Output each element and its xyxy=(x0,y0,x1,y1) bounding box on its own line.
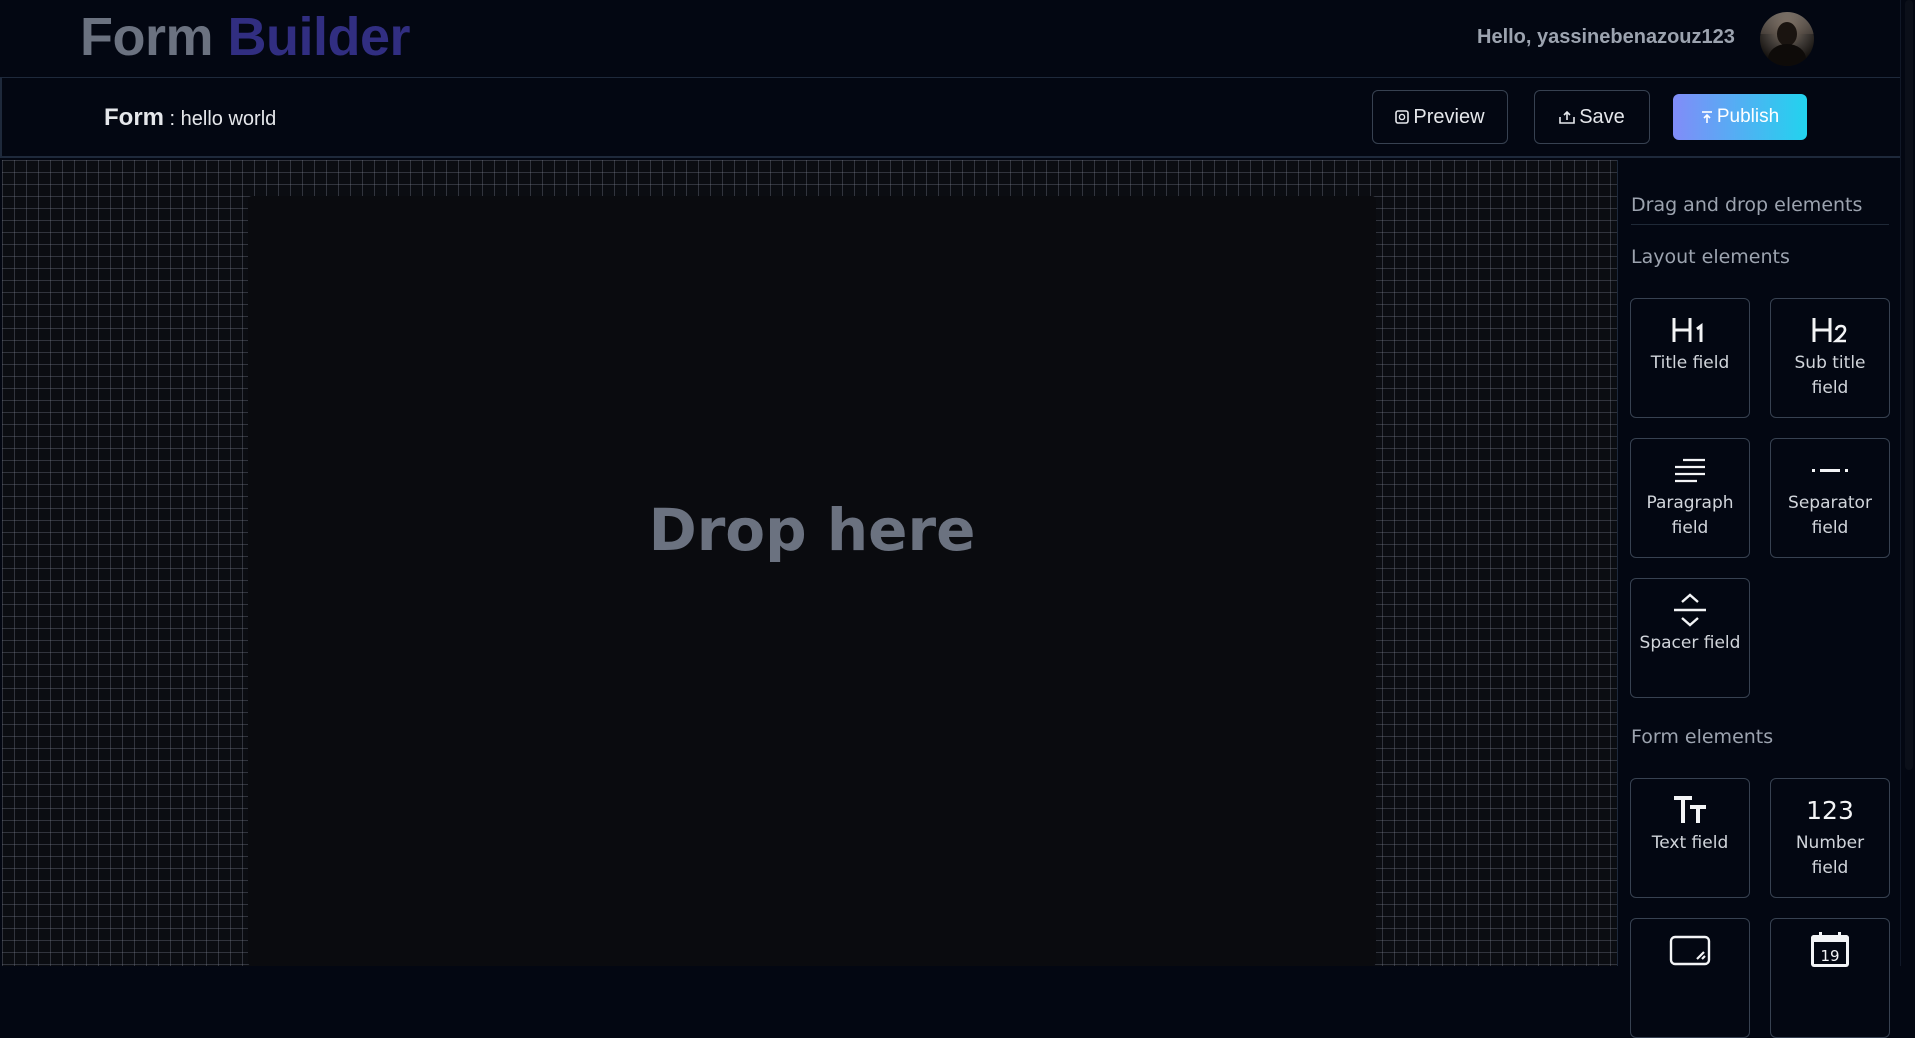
publish-button[interactable]: Publish xyxy=(1673,94,1807,140)
text-field-element[interactable]: Text field xyxy=(1630,778,1750,898)
save-icon xyxy=(1559,110,1576,124)
layout-elements-heading: Layout elements xyxy=(1631,246,1790,268)
text-icon xyxy=(1672,793,1708,827)
avatar-body xyxy=(1768,44,1806,66)
form-toolbar: Form : hello world Preview Save Publish xyxy=(0,78,1900,158)
preview-button-label: Preview xyxy=(1413,105,1485,128)
app-logo[interactable]: Form Builder xyxy=(80,6,411,68)
spacer-field-element[interactable]: Spacer field xyxy=(1630,578,1750,698)
separator-field-label: Separator field xyxy=(1788,493,1872,538)
preview-icon xyxy=(1395,110,1410,124)
text-field-label: Text field xyxy=(1651,833,1729,853)
heading-2-icon xyxy=(1810,313,1850,347)
paragraph-field-label: Paragraph field xyxy=(1646,493,1734,538)
textarea-icon xyxy=(1669,933,1711,967)
form-title: Form : hello world xyxy=(104,104,276,132)
subtitle-field-label: Sub title field xyxy=(1794,353,1866,398)
avatar-head xyxy=(1777,22,1797,46)
date-field-element[interactable]: 19 xyxy=(1770,918,1890,1038)
paragraph-field-element[interactable]: Paragraph field xyxy=(1630,438,1750,558)
number-field-label: Number field xyxy=(1795,833,1865,878)
user-greeting: Hello, yassinebenazouz123 xyxy=(1477,26,1735,48)
spacer-field-label: Spacer field xyxy=(1639,633,1741,653)
user-avatar[interactable] xyxy=(1760,12,1814,66)
form-label: Form xyxy=(104,104,164,131)
save-button-label: Save xyxy=(1579,105,1625,128)
title-field-label: Title field xyxy=(1650,353,1730,373)
number-icon-text: 123 xyxy=(1806,795,1854,825)
form-name: hello world xyxy=(180,108,277,130)
designer-canvas: Drop here xyxy=(2,160,1618,966)
publish-button-label: Publish xyxy=(1716,106,1780,127)
number-field-element[interactable]: 123 Number field xyxy=(1770,778,1890,898)
preview-button[interactable]: Preview xyxy=(1372,90,1508,144)
paragraph-icon xyxy=(1673,453,1707,487)
spacer-icon xyxy=(1672,593,1708,627)
separator-icon xyxy=(1811,453,1849,487)
top-navbar: Form Builder Hello, yassinebenazouz123 xyxy=(0,0,1915,78)
calendar-icon-day: 19 xyxy=(1820,947,1840,965)
scrollbar-thumb[interactable] xyxy=(1905,0,1913,770)
form-elements-heading: Form elements xyxy=(1631,726,1774,748)
drop-zone[interactable]: Drop here xyxy=(248,196,1376,966)
publish-icon xyxy=(1701,111,1712,123)
textarea-field-element[interactable] xyxy=(1630,918,1750,1038)
drop-here-text: Drop here xyxy=(648,496,976,564)
subtitle-field-element[interactable]: Sub title field xyxy=(1770,298,1890,418)
calendar-icon: 19 xyxy=(1810,932,1850,967)
elements-sidebar: Drag and drop elements Layout elements T… xyxy=(1619,160,1900,1038)
sidebar-heading: Drag and drop elements xyxy=(1631,194,1889,225)
page-scrollbar[interactable] xyxy=(1900,0,1915,966)
heading-1-icon xyxy=(1670,313,1710,347)
form-title-separator: : xyxy=(164,108,181,130)
logo-text-form: Form xyxy=(80,7,214,67)
separator-field-element[interactable]: Separator field xyxy=(1770,438,1890,558)
save-button[interactable]: Save xyxy=(1534,90,1650,144)
logo-text-builder: Builder xyxy=(227,7,411,67)
title-field-element[interactable]: Title field xyxy=(1630,298,1750,418)
number-icon: 123 xyxy=(1806,793,1854,827)
